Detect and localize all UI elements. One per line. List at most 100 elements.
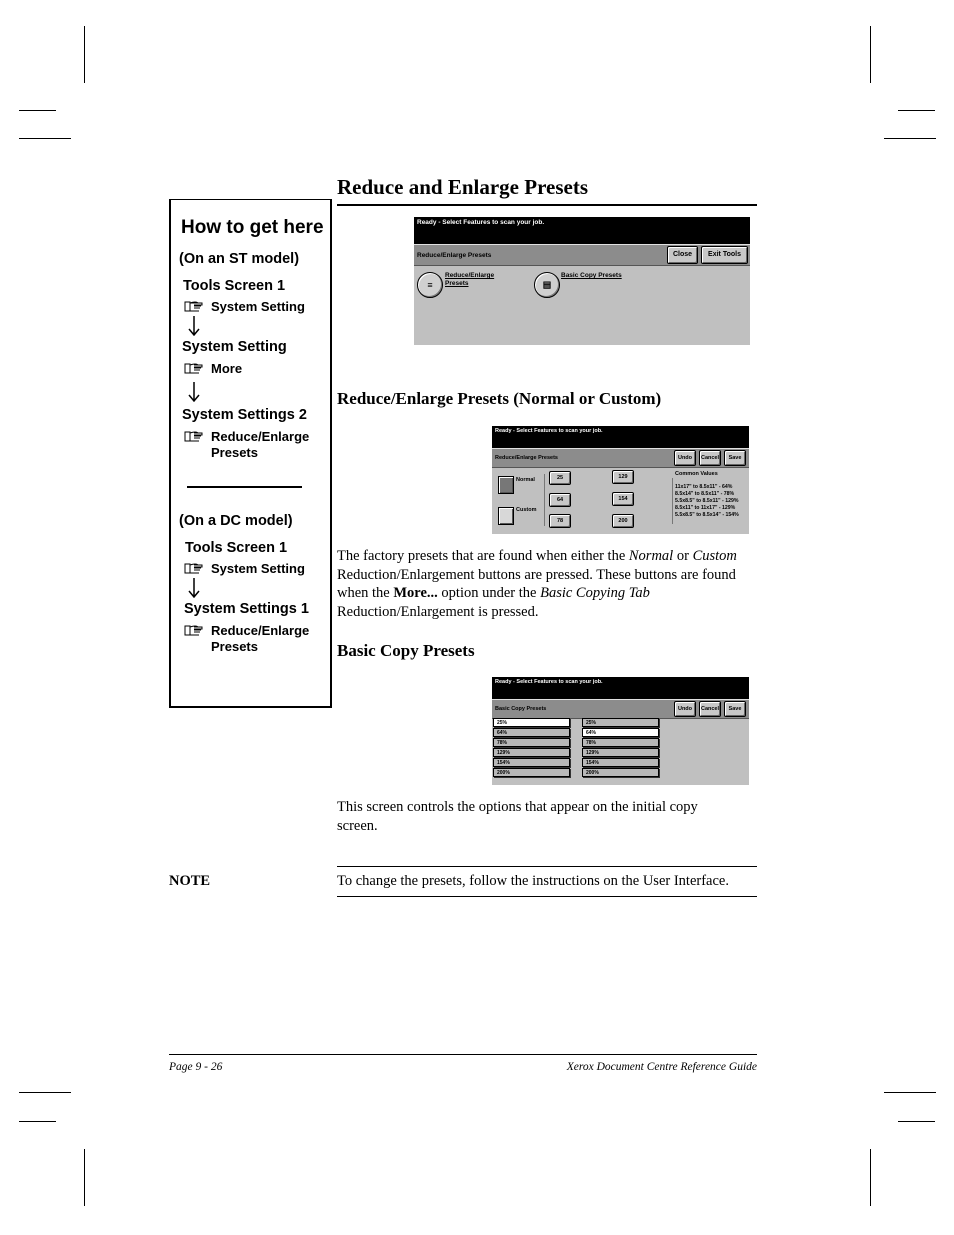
text-more: More... [393,585,438,601]
preset-value-button[interactable]: 25 [549,471,571,485]
basic-copy-presets-link[interactable]: Basic Copy Presets [561,272,622,280]
basic-copy-presets-button[interactable]: ▤ [534,272,560,298]
screen-header-label: Basic Copy Presets [495,706,547,712]
cancel-button[interactable]: Cancel [699,450,721,466]
pointing-hand-icon [184,363,203,374]
basic-copy-icon: ▤ [542,279,552,290]
pointing-hand-icon [184,301,203,312]
preset-field-left[interactable]: 25% [493,718,570,727]
note-rule-bottom [337,896,757,897]
custom-mode-button[interactable] [498,507,514,525]
text-tab: Basic Copying Tab [540,585,650,601]
normal-custom-description: The factory presets that are found when … [337,547,762,621]
crop-mark [870,1149,871,1206]
crop-mark [19,1092,71,1093]
screen-normal-custom: Ready - Select Features to scan your job… [492,426,749,534]
normal-mode-button[interactable] [498,476,514,494]
save-button[interactable]: Save [724,450,746,466]
note-text: To change the presets, follow the instru… [337,873,729,889]
separator [672,478,673,524]
reduce-enlarge-presets-button[interactable]: ≡ [417,272,443,298]
preset-field-left[interactable]: 64% [493,728,570,737]
undo-button[interactable]: Undo [674,701,696,717]
preset-field-right[interactable]: 129% [582,748,659,757]
basic-copy-description: This screen controls the options that ap… [337,799,698,834]
preset-value-button[interactable]: 200 [612,514,634,528]
preset-field-right[interactable]: 200% [582,768,659,777]
preset-field-left[interactable]: 200% [493,768,570,777]
title-rule [337,204,757,206]
crop-mark [898,110,935,111]
step-press: Reduce/Enlarge [211,429,310,444]
reduce-enlarge-icon: ≡ [427,280,433,290]
undo-button[interactable]: Undo [674,450,696,466]
preset-field-right[interactable]: 78% [582,738,659,747]
crop-mark [884,1092,936,1093]
screen-header-label: Reduce/Enlarge Presets [417,252,492,259]
guide-title: Xerox Document Centre Reference Guide [566,1061,757,1073]
step-press: System Setting [211,561,305,576]
normal-mode-label: Normal [516,477,535,483]
preset-value-button[interactable]: 78 [549,514,571,528]
common-value: 8.5x11" to 11x17" - 129% [675,505,736,511]
crop-mark [884,138,936,139]
preset-field-right[interactable]: 25% [582,718,659,727]
text: or [673,548,693,564]
crop-mark [84,26,85,83]
step-screen: System Settings 1 [184,601,309,617]
st-model-label: (On an ST model) [179,251,300,267]
preset-field-left[interactable]: 154% [493,758,570,767]
preset-field-right[interactable]: 154% [582,758,659,767]
screen-reduce-enlarge-main: Ready - Select Features to scan your job… [414,217,750,345]
how-to-get-here-box: How to get here (On an ST model) Tools S… [169,199,332,708]
text: option under the [437,585,541,601]
close-button[interactable]: Close [667,246,698,264]
crop-mark [19,110,56,111]
step-screen: Tools Screen 1 [185,540,288,556]
note-label: NOTE [169,873,211,889]
custom-mode-label: Custom [516,507,537,513]
page-number: Page 9 - 26 [169,1061,223,1073]
down-arrow-icon [188,578,200,598]
crop-mark [898,1121,935,1122]
crop-mark [19,138,71,139]
preset-field-left[interactable]: 129% [493,748,570,757]
save-button[interactable]: Save [724,701,746,717]
common-value: 5.5x8.5" to 8.5x11" - 129% [675,498,739,504]
pointing-hand-icon [184,625,203,636]
crop-mark [19,1121,56,1122]
exit-tools-button[interactable]: Exit Tools [701,246,748,264]
footer-rule [169,1054,757,1055]
text: The factory presets that are found when … [337,548,629,564]
divider [187,486,302,488]
screen-header-label: Reduce/Enlarge Presets [495,455,558,461]
step-press: Presets [211,445,258,460]
preset-field-left[interactable]: 78% [493,738,570,747]
preset-value-button[interactable]: 64 [549,493,571,507]
preset-value-button[interactable]: 154 [612,492,634,506]
step-press: Presets [211,639,258,654]
step-screen: System Settings 2 [182,407,307,423]
reduce-enlarge-presets-link[interactable]: Reduce/Enlarge [445,272,494,280]
text-normal: Normal [628,548,674,564]
common-value: 5.5x8.5" to 8.5x14" - 154% [675,512,739,518]
down-arrow-icon [188,382,200,402]
status-bar: Ready - Select Features to scan your job… [414,217,750,244]
status-bar: Ready - Select Features to scan your job… [492,677,749,699]
status-bar: Ready - Select Features to scan your job… [492,426,749,448]
step-press: System Setting [211,299,305,314]
common-value: 8.5x14" to 8.5x11" - 78% [675,491,735,497]
how-to-heading: How to get here [181,217,324,238]
reduce-enlarge-presets-link[interactable]: Presets [445,280,469,288]
text-custom: Custom [692,548,737,564]
preset-value-button[interactable]: 129 [612,470,634,484]
note-rule-top [337,866,757,867]
section-heading-normal-custom: Reduce/Enlarge Presets (Normal or Custom… [337,389,662,408]
section-heading-basic-copy: Basic Copy Presets [337,641,475,660]
step-press: More [211,361,243,376]
screen-header: Reduce/Enlarge Presets [414,244,750,266]
cancel-button[interactable]: Cancel [699,701,721,717]
step-screen: Tools Screen 1 [183,278,286,294]
preset-field-right[interactable]: 64% [582,728,659,737]
step-screen: System Setting [182,339,287,355]
